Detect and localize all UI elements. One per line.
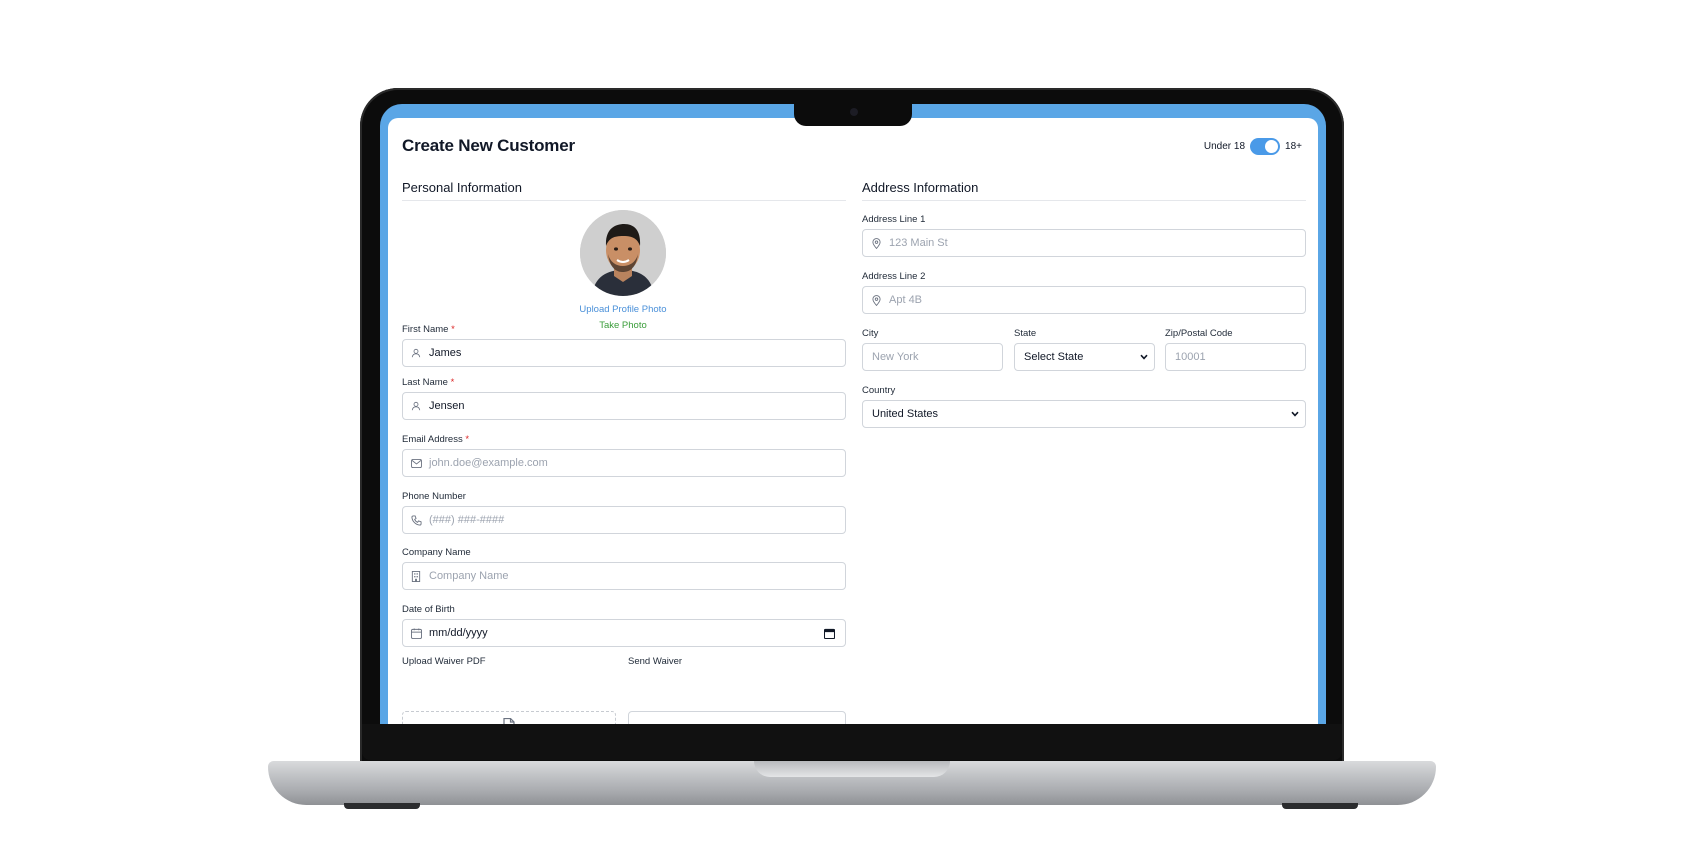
email-label: Email Address * xyxy=(402,434,469,445)
company-placeholder: Company Name xyxy=(429,570,509,582)
age-toggle-switch[interactable] xyxy=(1250,138,1281,155)
app-screen: Create New Customer Under 18 18+ Persona… xyxy=(388,118,1318,724)
user-icon xyxy=(403,348,429,358)
personal-section-title: Personal Information xyxy=(402,180,522,195)
address-line1-input[interactable]: 123 Main St xyxy=(862,229,1306,257)
phone-icon xyxy=(403,514,429,526)
first-name-input[interactable]: James xyxy=(402,339,846,367)
laptop-foot-right xyxy=(1282,803,1358,809)
address-line2-placeholder: Apt 4B xyxy=(889,294,923,306)
email-label-text: Email Address xyxy=(402,434,463,445)
avatar-person-icon xyxy=(580,210,666,296)
first-name-label: First Name * xyxy=(402,324,455,335)
page-title: Create New Customer xyxy=(402,136,575,155)
email-input[interactable]: john.doe@example.com xyxy=(402,449,846,477)
chevron-down-icon xyxy=(1140,354,1148,360)
upload-profile-photo-link[interactable]: Upload Profile Photo xyxy=(388,304,858,315)
profile-avatar[interactable] xyxy=(580,210,666,296)
waiver-dropzone[interactable] xyxy=(402,711,616,724)
location-pin-icon xyxy=(863,237,889,249)
address-line2-label: Address Line 2 xyxy=(862,271,926,282)
dob-input[interactable]: mm/dd/yyyy xyxy=(402,619,846,647)
send-waiver-label: Send Waiver xyxy=(628,656,683,667)
company-label: Company Name xyxy=(402,547,471,558)
zip-label: Zip/Postal Code xyxy=(1165,328,1233,339)
country-selected-value: United States xyxy=(872,408,939,420)
building-icon xyxy=(403,570,429,582)
dob-placeholder: mm/dd/yyyy xyxy=(429,627,488,639)
location-pin-icon xyxy=(863,294,889,306)
state-label: State xyxy=(1014,328,1037,339)
zip-input[interactable]: 10001 xyxy=(1165,343,1306,371)
country-label: Country xyxy=(862,385,896,396)
address-line2-input[interactable]: Apt 4B xyxy=(862,286,1306,314)
phone-input[interactable]: (###) ###-#### xyxy=(402,506,846,534)
address-section-title: Address Information xyxy=(862,180,979,195)
mail-icon xyxy=(403,458,429,468)
age-toggle-under-label: Under 18 xyxy=(1203,141,1246,152)
laptop-base-groove xyxy=(754,761,950,777)
country-select[interactable]: United States xyxy=(862,400,1306,428)
email-placeholder: john.doe@example.com xyxy=(429,457,548,469)
required-mark: * xyxy=(450,377,455,388)
laptop-foot-left xyxy=(344,803,420,809)
address-section-divider xyxy=(862,200,1306,201)
company-input[interactable]: Company Name xyxy=(402,562,846,590)
last-name-input[interactable]: Jensen xyxy=(402,392,846,420)
take-photo-link[interactable]: Take Photo xyxy=(388,320,858,331)
phone-placeholder: (###) ###-#### xyxy=(429,514,505,526)
age-toggle[interactable]: Under 18 18+ xyxy=(1204,138,1302,155)
upload-waiver-label: Upload Waiver PDF xyxy=(402,656,486,667)
last-name-label: Last Name * xyxy=(402,377,454,388)
first-name-value: James xyxy=(429,347,462,359)
city-placeholder: New York xyxy=(872,351,919,363)
required-mark: * xyxy=(465,434,470,445)
last-name-label-text: Last Name xyxy=(402,377,448,388)
first-name-label-text: First Name xyxy=(402,324,449,335)
required-mark: * xyxy=(451,324,455,335)
dob-label: Date of Birth xyxy=(402,604,455,615)
date-picker-icon[interactable] xyxy=(824,628,835,639)
phone-label: Phone Number xyxy=(402,491,466,502)
zip-placeholder: 10001 xyxy=(1175,351,1206,363)
toggle-knob xyxy=(1265,140,1279,153)
address-line1-placeholder: 123 Main St xyxy=(889,237,948,249)
chevron-down-icon xyxy=(1291,411,1299,417)
last-name-value: Jensen xyxy=(429,400,465,412)
send-waiver-field[interactable] xyxy=(628,711,846,724)
state-select[interactable]: Select State xyxy=(1014,343,1155,371)
personal-section-divider xyxy=(402,200,846,201)
user-icon xyxy=(403,401,429,411)
camera-icon xyxy=(850,108,858,116)
age-toggle-adult-label: 18+ xyxy=(1285,141,1302,152)
calendar-icon xyxy=(403,627,429,639)
laptop-chin xyxy=(362,724,1342,760)
city-label: City xyxy=(862,328,879,339)
state-selected-value: Select State xyxy=(1024,351,1084,363)
city-input[interactable]: New York xyxy=(862,343,1003,371)
address-line1-label: Address Line 1 xyxy=(862,214,926,225)
